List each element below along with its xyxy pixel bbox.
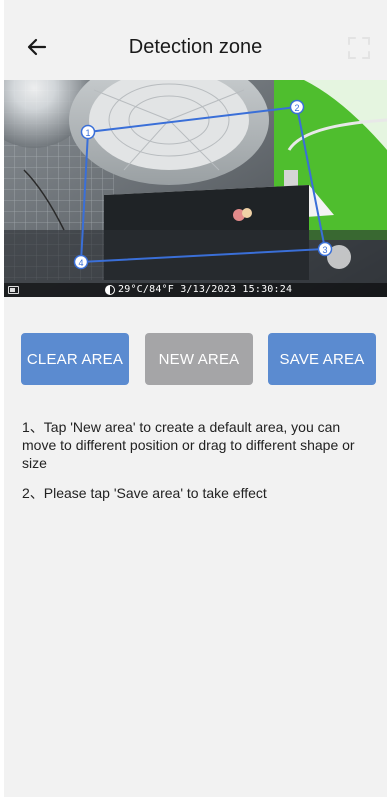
zone-handle-1[interactable]: 1 <box>80 124 96 140</box>
zone-handle-4[interactable]: 4 <box>73 254 89 270</box>
new-area-button[interactable]: NEW AREA <box>145 333 253 385</box>
instructions: 1、Tap 'New area' to create a default are… <box>22 418 378 514</box>
zone-handle-2[interactable]: 2 <box>289 99 305 115</box>
camera-preview[interactable]: 1 2 3 4 29°C/84°F 3/13/2023 15:30:24 <box>4 80 387 297</box>
instruction-item: 2、Please tap 'Save area' to take effect <box>22 485 267 501</box>
top-bar: Detection zone <box>4 0 387 80</box>
app-screen: Detection zone 1 2 3 4 29°C/84°F 3/13/20… <box>4 0 387 797</box>
camera-image: 1 2 3 4 <box>4 80 387 297</box>
fullscreen-button[interactable] <box>343 32 375 64</box>
zone-handle-label: 2 <box>294 103 299 113</box>
zone-handle-3[interactable]: 3 <box>317 241 333 257</box>
osd-bar: 29°C/84°F 3/13/2023 15:30:24 <box>4 283 387 297</box>
zone-handle-label: 3 <box>322 245 327 255</box>
osd-timestamp: 29°C/84°F 3/13/2023 15:30:24 <box>118 284 293 295</box>
page-title: Detection zone <box>128 36 263 58</box>
instruction-item: 1、Tap 'New area' to create a default are… <box>22 419 355 471</box>
night-mode-icon <box>105 285 115 295</box>
clear-area-button[interactable]: CLEAR AREA <box>21 333 129 385</box>
fullscreen-icon <box>348 37 370 59</box>
save-area-button[interactable]: SAVE AREA <box>268 333 376 385</box>
zone-handle-label: 4 <box>78 258 83 268</box>
zone-handle-label: 1 <box>85 128 90 138</box>
battery-icon <box>8 286 19 294</box>
